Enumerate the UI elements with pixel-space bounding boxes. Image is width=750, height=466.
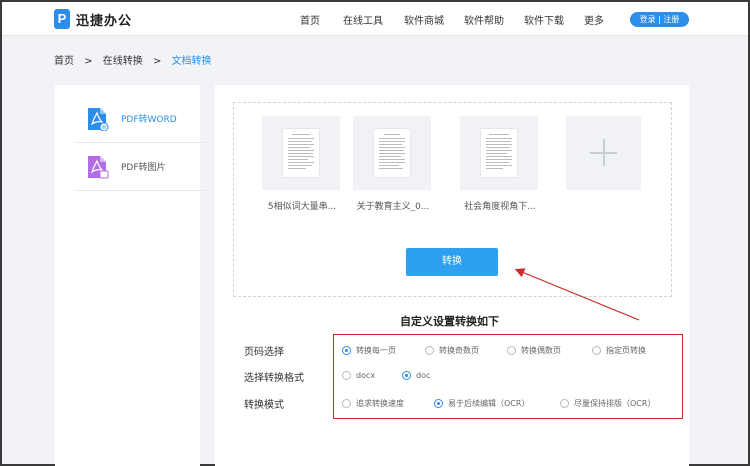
annotation-arrow-icon (514, 268, 640, 321)
